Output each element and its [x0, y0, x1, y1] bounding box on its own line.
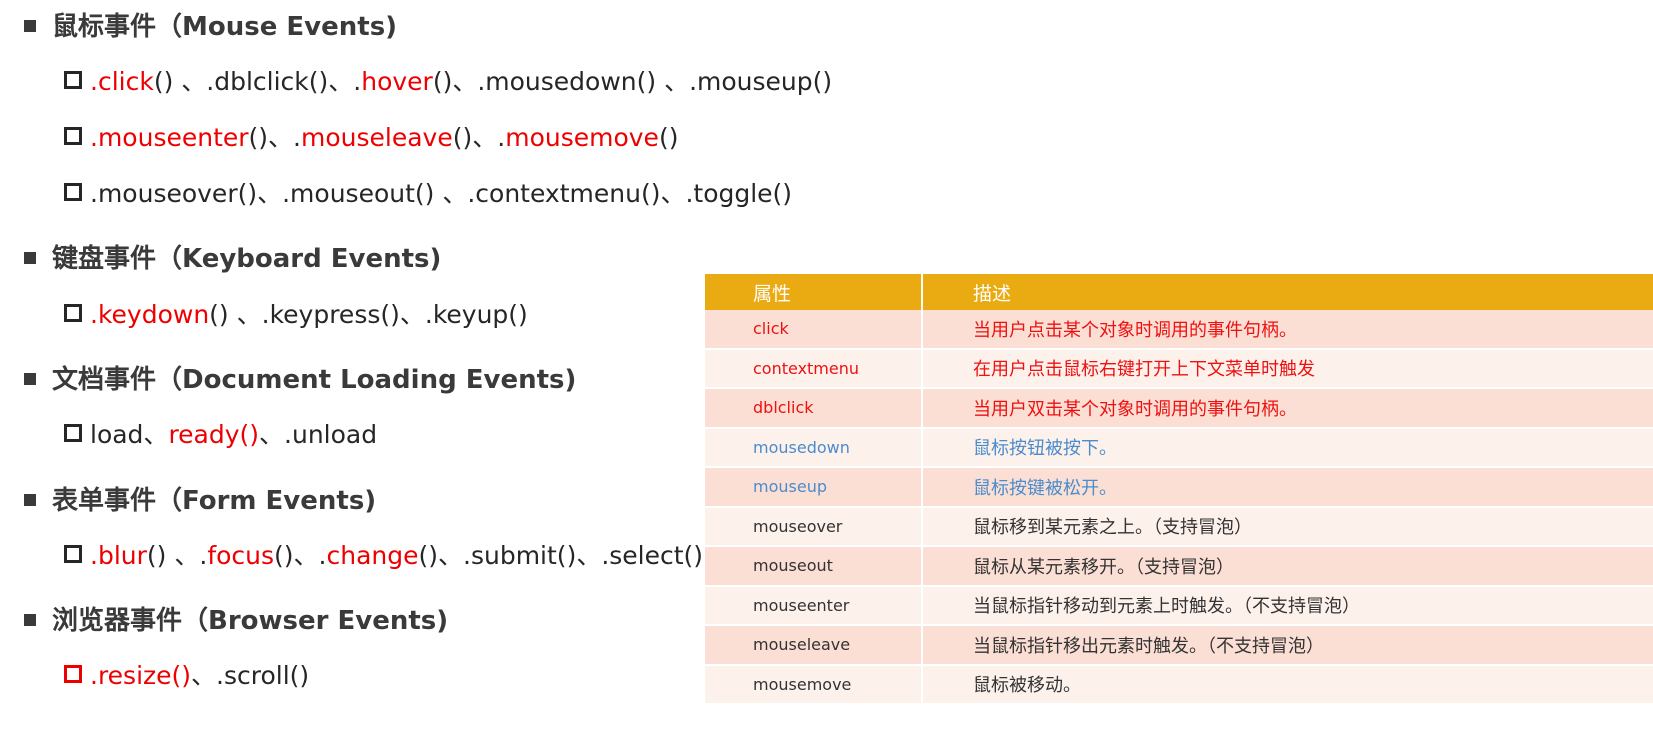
cell-attribute: dblclick: [705, 388, 923, 429]
event-resize: .resize(): [90, 661, 192, 690]
header-attribute: 属性: [705, 274, 923, 310]
cell-attribute: mouseout: [705, 546, 923, 587]
keyboard-events-line: .keydown() 、.keypress()、.keyup(): [64, 295, 528, 331]
table-row: click 当用户点击某个对象时调用的事件句柄。: [705, 310, 1653, 350]
event-focus: focus: [207, 541, 275, 570]
table-row: mousemove 鼠标被移动。: [705, 664, 1653, 705]
filled-square-bullet-icon: [24, 614, 36, 626]
event-click: click: [97, 67, 154, 96]
event-keydown: keydown: [97, 300, 210, 329]
cell-attribute: click: [705, 310, 923, 350]
mouse-events-table: 属性 描述 click 当用户点击某个对象时调用的事件句柄。 contextmenu…: [705, 274, 1653, 705]
cell-description: 鼠标移到某元素之上。（支持冒泡）: [922, 506, 1653, 547]
hollow-square-bullet-icon: [64, 545, 82, 563]
table-row: dblclick 当用户双击某个对象时调用的事件句柄。: [705, 388, 1653, 429]
filled-square-bullet-icon: [24, 252, 36, 264]
section-form-events: 表单事件（Form Events): [24, 480, 376, 517]
table-row: mouseup 鼠标按键被松开。: [705, 467, 1653, 508]
hollow-square-bullet-icon: [64, 304, 82, 322]
section-title: 浏览器事件（Browser Events): [52, 606, 449, 636]
event-hover: hover: [361, 67, 433, 96]
cell-attribute: mousedown: [705, 427, 923, 468]
hollow-square-bullet-icon: [64, 183, 82, 201]
table-row: mouseover 鼠标移到某元素之上。（支持冒泡）: [705, 506, 1653, 547]
hollow-square-bullet-icon: [64, 71, 82, 89]
cell-attribute: mouseleave: [705, 625, 923, 666]
event-mousemove: mousemove: [505, 123, 659, 152]
event-mouseenter: mouseenter: [97, 123, 249, 152]
section-document-events: 文档事件（Document Loading Events): [24, 359, 576, 396]
event-change: change: [326, 541, 419, 570]
cell-attribute: mouseover: [705, 506, 923, 547]
mouse-events-line-1: .click() 、.dblclick()、.hover()、.mousedow…: [64, 62, 832, 98]
event-ready: ready(): [168, 420, 260, 449]
section-mouse-events: 鼠标事件（Mouse Events): [24, 6, 397, 43]
cell-description: 当鼠标指针移出元素时触发。（不支持冒泡）: [922, 625, 1653, 666]
section-title: 键盘事件（Keyboard Events): [52, 244, 442, 274]
cell-attribute: mouseenter: [705, 585, 923, 626]
browser-events-line: .resize()、.scroll(): [64, 656, 309, 692]
hollow-square-bullet-icon: [64, 127, 82, 145]
cell-attribute: mouseup: [705, 467, 923, 508]
mouse-events-line-3: .mouseover()、.mouseout() 、.contextmenu()…: [64, 174, 792, 210]
cell-description: 当用户点击某个对象时调用的事件句柄。: [922, 310, 1653, 350]
cell-description: 当鼠标指针移动到元素上时触发。（不支持冒泡）: [922, 585, 1653, 626]
filled-square-bullet-icon: [24, 373, 36, 385]
table-row: mouseenter 当鼠标指针移动到元素上时触发。（不支持冒泡）: [705, 585, 1653, 626]
cell-attribute: contextmenu: [705, 348, 923, 389]
section-title: 表单事件（Form Events): [52, 486, 377, 516]
cell-description: 鼠标按钮被按下。: [922, 427, 1653, 468]
cell-description: 当用户双击某个对象时调用的事件句柄。: [922, 388, 1653, 429]
cell-description: 鼠标被移动。: [922, 664, 1653, 705]
document-events-line: load、ready()、.unload: [64, 415, 377, 451]
cell-description: 在用户点击鼠标右键打开上下文菜单时触发: [922, 348, 1653, 389]
section-title: 鼠标事件（Mouse Events): [52, 12, 398, 42]
cell-description: 鼠标从某元素移开。（支持冒泡）: [922, 546, 1653, 587]
table-row: mouseleave 当鼠标指针移出元素时触发。（不支持冒泡）: [705, 625, 1653, 666]
table-row: mouseout 鼠标从某元素移开。（支持冒泡）: [705, 546, 1653, 587]
cell-description: 鼠标按键被松开。: [922, 467, 1653, 508]
hollow-square-bullet-icon: [64, 424, 82, 442]
hollow-square-bullet-icon: [64, 665, 82, 683]
table-header-row: 属性 描述: [705, 274, 1653, 310]
mouse-events-line-2: .mouseenter()、.mouseleave()、.mousemove(): [64, 118, 678, 154]
table-row: contextmenu 在用户点击鼠标右键打开上下文菜单时触发: [705, 348, 1653, 389]
filled-square-bullet-icon: [24, 20, 36, 32]
cell-attribute: mousemove: [705, 664, 923, 705]
form-events-line: .blur() 、.focus()、.change()、.submit()、.s…: [64, 536, 703, 572]
event-mouseleave: mouseleave: [301, 123, 453, 152]
section-keyboard-events: 键盘事件（Keyboard Events): [24, 238, 441, 275]
filled-square-bullet-icon: [24, 494, 36, 506]
table-row: mousedown 鼠标按钮被按下。: [705, 427, 1653, 468]
header-description: 描述: [922, 274, 1653, 310]
section-browser-events: 浏览器事件（Browser Events): [24, 600, 448, 637]
section-title: 文档事件（Document Loading Events): [52, 365, 577, 395]
event-blur: blur: [97, 541, 147, 570]
